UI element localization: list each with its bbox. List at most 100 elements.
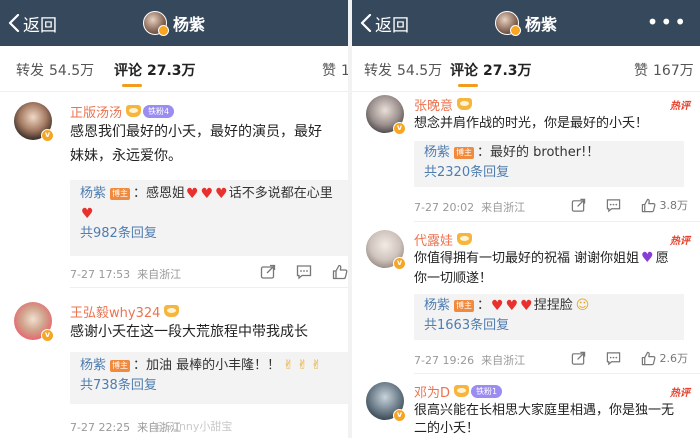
share-button[interactable] — [260, 264, 276, 280]
page-title: 杨紫 — [0, 10, 348, 36]
like-count: 2.6万 — [659, 352, 689, 365]
divider — [414, 373, 700, 374]
comment-text-line: 妹妹，永远爱你。 — [70, 148, 182, 164]
crown-icon — [126, 105, 142, 117]
tab-comments[interactable]: 评论 27.3万 — [114, 60, 196, 80]
reply-text: ：加油 最棒的小丰隆！！ — [133, 358, 281, 373]
reply-count-link[interactable]: 共2320条回复 — [424, 163, 674, 183]
avatar[interactable]: v — [14, 102, 54, 142]
watermark: @Sunny小甜宝 — [154, 420, 233, 433]
avatar[interactable]: v — [366, 230, 406, 270]
purple-heart-emoji-icon: ♥ — [641, 250, 654, 266]
tab-reposts[interactable]: 转发 54.5万 — [364, 60, 442, 80]
share-button[interactable] — [571, 351, 586, 366]
like-button[interactable]: 2.6万 — [641, 350, 689, 366]
verified-icon: v — [41, 329, 54, 342]
comment-author[interactable]: 张晚意 — [414, 95, 453, 114]
share-icon — [571, 198, 585, 212]
comment-time: 7-27 22:25 — [70, 421, 131, 434]
comment-author[interactable]: 王弘毅why324 — [70, 302, 160, 321]
divider — [70, 287, 348, 288]
share-button[interactable] — [571, 198, 586, 213]
comment-author-row: 张晚意 — [414, 95, 473, 114]
reply-count-link[interactable]: 共982条回复 — [80, 224, 338, 244]
reply-line: 杨紫 博主 ：加油 最棒的小丰隆！！ ✌ ✌ ✌ — [80, 356, 338, 376]
tab-count: 167万 — [653, 63, 694, 79]
reply-box[interactable]: 杨紫 博主 ：感恩姐 ♥ ♥ ♥ 话不多说都在心里 ♥ 共982条回复 — [70, 180, 348, 256]
comment-text-line: 感恩我们最好的小夭，最好的演员，最好 — [70, 124, 322, 140]
divider — [414, 221, 700, 222]
verified-icon: v — [393, 409, 406, 422]
comment-text: 你值得拥有一切最好的祝福 谢谢你姐姐 — [414, 251, 640, 266]
author-badge: 博主 — [454, 147, 475, 159]
hot-comment-badge: 热评 — [670, 388, 690, 399]
like-button[interactable] — [332, 264, 348, 280]
tab-count: 54.5万 — [397, 63, 443, 79]
tab-likes[interactable]: 赞 167万 — [634, 60, 694, 80]
thumbs-up-icon — [641, 351, 655, 365]
reply-box[interactable]: 杨紫 博主 ：加油 最棒的小丰隆！！ ✌ ✌ ✌ 共738条回复 — [70, 352, 348, 404]
comment-author-row: 邓为D 铁粉1 — [414, 382, 503, 401]
fan-badge: 铁粉1 — [471, 384, 503, 398]
clap-emoji-icon: ✌ — [310, 358, 322, 373]
reply-count-link[interactable]: 共738条回复 — [80, 376, 338, 396]
comment-button[interactable] — [296, 264, 312, 280]
active-tab-indicator — [122, 84, 142, 87]
tab-label: 评论 — [450, 63, 478, 79]
crown-icon — [454, 385, 470, 397]
tab-count: 54.5万 — [49, 63, 95, 79]
tab-count: 27.3万 — [147, 63, 196, 79]
author-badge: 博主 — [454, 300, 475, 312]
reply-text: ： — [477, 298, 491, 313]
more-options-button[interactable]: ••• — [647, 12, 688, 32]
reply-line: 杨紫 博主 ： ♥ ♥ ♥ 捏捏脸 ☺ — [424, 296, 674, 316]
tab-label: 转发 — [364, 63, 392, 79]
verified-icon: v — [393, 122, 406, 135]
tab-reposts[interactable]: 转发 54.5万 — [16, 60, 94, 80]
tab-label: 评论 — [114, 63, 142, 79]
comment-actions: 3.8万 — [551, 197, 689, 213]
active-tab-indicator — [458, 84, 478, 87]
avatar[interactable] — [494, 11, 521, 36]
comment-button[interactable] — [606, 351, 621, 366]
tab-label: 转发 — [16, 63, 44, 79]
reply-box[interactable]: 杨紫 博主 ： ♥ ♥ ♥ 捏捏脸 ☺ 共1663条回复 — [414, 294, 684, 340]
reply-author[interactable]: 杨紫 — [424, 143, 450, 163]
tab-likes[interactable]: 赞1 — [322, 60, 348, 80]
reply-line: ♥ — [80, 204, 338, 224]
avatar[interactable]: v — [366, 382, 406, 422]
reply-count-link[interactable]: 共1663条回复 — [424, 316, 674, 336]
tab-comments[interactable]: 评论 27.3万 — [450, 60, 532, 80]
comment-button[interactable] — [606, 198, 621, 213]
author-badge: 博主 — [110, 360, 131, 372]
verified-icon: v — [393, 257, 406, 270]
top-nav-bar: 返回 杨紫 ••• — [352, 0, 700, 46]
avatar[interactable]: v — [366, 95, 406, 135]
comment-author[interactable]: 正版汤汤 — [70, 102, 122, 121]
thumbs-up-icon — [641, 198, 655, 212]
comment-author[interactable]: 邓为D — [414, 382, 450, 401]
left-screenshot-panel: 返回 杨紫 转发 54.5万 评论 27.3万 赞1 v 正版汤汤 铁粉4 感恩我们… — [0, 0, 348, 438]
avatar[interactable]: v — [14, 302, 54, 342]
avatar[interactable] — [142, 11, 169, 36]
share-icon — [571, 351, 585, 365]
right-screenshot-panel: 返回 杨紫 ••• 转发 54.5万 评论 27.3万 赞 167万 v 张晚意 热评… — [352, 0, 700, 438]
comment-text-line: 二的小夭！ — [414, 421, 480, 436]
comment-icon — [606, 351, 620, 365]
reply-author[interactable]: 杨紫 — [80, 184, 106, 204]
share-icon — [260, 264, 276, 279]
tab-count: 27.3万 — [483, 63, 532, 79]
comment-location: 来自浙江 — [481, 354, 526, 367]
reply-author[interactable]: 杨紫 — [80, 356, 106, 376]
like-button[interactable]: 3.8万 — [641, 197, 689, 213]
tab-label: 赞 — [634, 63, 648, 79]
comment-location: 来自浙江 — [137, 268, 182, 281]
reply-author[interactable]: 杨紫 — [424, 296, 450, 316]
comment-author[interactable]: 代露娃 — [414, 230, 453, 249]
tab-count: 1 — [341, 63, 348, 79]
like-count: 3.8万 — [659, 199, 689, 212]
reply-line: 杨紫 博主 ：感恩姐 ♥ ♥ ♥ 话不多说都在心里 — [80, 184, 338, 204]
reply-box[interactable]: 杨紫 博主 ：最好的 brother!！ 共2320条回复 — [414, 141, 684, 187]
comment-meta: 7-27 17:53 来自浙江 — [70, 266, 181, 282]
pinch-emoji-icon: ☺ — [575, 298, 590, 313]
